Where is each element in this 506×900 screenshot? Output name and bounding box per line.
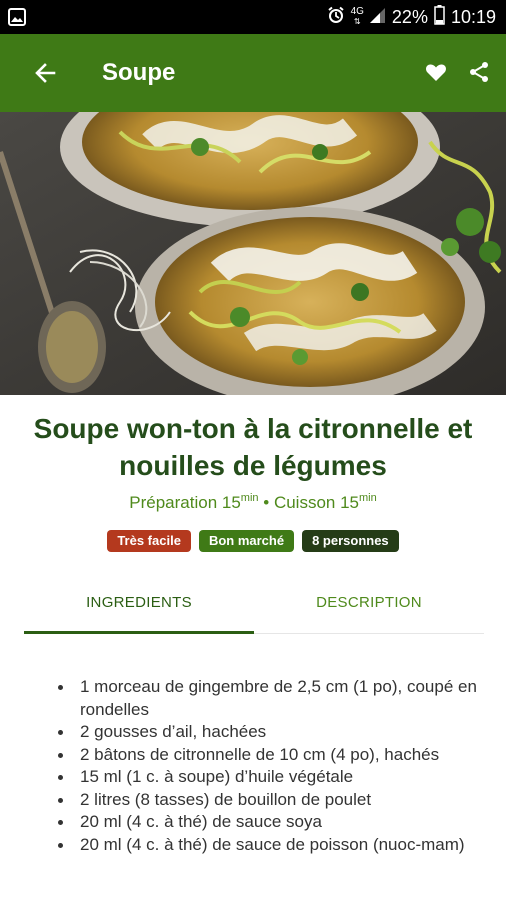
signal-icon bbox=[368, 6, 386, 29]
servings-badge: 8 personnes bbox=[302, 530, 399, 552]
recipe-title: Soupe won-ton à la citronnelle et nouill… bbox=[33, 413, 473, 481]
share-icon[interactable] bbox=[467, 60, 491, 84]
clock: 10:19 bbox=[450, 6, 496, 27]
recipe-badges: Très facile Bon marché 8 personnes bbox=[0, 530, 506, 552]
recipe-times: Préparation 15min • Cuisson 15min bbox=[0, 492, 506, 513]
cook-time: Cuisson 15 bbox=[273, 493, 359, 512]
status-bar: 4G ⇅ 22% 10:19 bbox=[0, 0, 506, 34]
page-title: Soupe bbox=[102, 59, 176, 86]
ingredient-item: 2 bâtons de citronnelle de 10 cm (4 po),… bbox=[56, 744, 486, 767]
ingredient-item: 2 gousses d’ail, hachées bbox=[56, 721, 486, 744]
tab-ingredients[interactable]: INGREDIENTS bbox=[24, 580, 254, 630]
ingredients-list: 1 morceau de gingembre de 2,5 cm (1 po),… bbox=[56, 676, 486, 856]
back-arrow-icon[interactable] bbox=[28, 58, 62, 88]
favorite-heart-icon[interactable] bbox=[424, 60, 448, 84]
difficulty-badge: Très facile bbox=[107, 530, 191, 552]
prep-time-unit: min bbox=[240, 492, 259, 504]
tab-description[interactable]: DESCRIPTION bbox=[254, 580, 484, 630]
ingredient-item: 20 ml (4 c. à thé) de sauce de poisson (… bbox=[56, 834, 486, 857]
battery-percent: 22% bbox=[391, 6, 428, 27]
app-bar: Soupe bbox=[0, 34, 506, 112]
ingredient-item: 15 ml (1 c. à soupe) d’huile végétale bbox=[56, 766, 486, 789]
cost-badge: Bon marché bbox=[198, 530, 295, 552]
battery-icon bbox=[434, 4, 445, 30]
ingredient-item: 1 morceau de gingembre de 2,5 cm (1 po),… bbox=[56, 676, 486, 721]
time-separator: • bbox=[258, 493, 274, 512]
prep-time: Préparation 15 bbox=[129, 493, 241, 512]
ingredient-item: 20 ml (4 c. à thé) de sauce soya bbox=[56, 811, 486, 834]
recipe-tabs: INGREDIENTS DESCRIPTION bbox=[24, 580, 484, 634]
alarm-icon bbox=[327, 6, 345, 29]
network-type-indicator: 4G ⇅ bbox=[350, 6, 364, 27]
ingredient-item: 2 litres (8 tasses) de bouillon de poule… bbox=[56, 789, 486, 812]
gallery-notification-icon bbox=[8, 8, 26, 31]
active-tab-indicator bbox=[24, 631, 254, 634]
recipe-photo bbox=[0, 112, 506, 395]
cook-time-unit: min bbox=[359, 492, 377, 504]
network-type-label: 4G bbox=[350, 6, 364, 17]
